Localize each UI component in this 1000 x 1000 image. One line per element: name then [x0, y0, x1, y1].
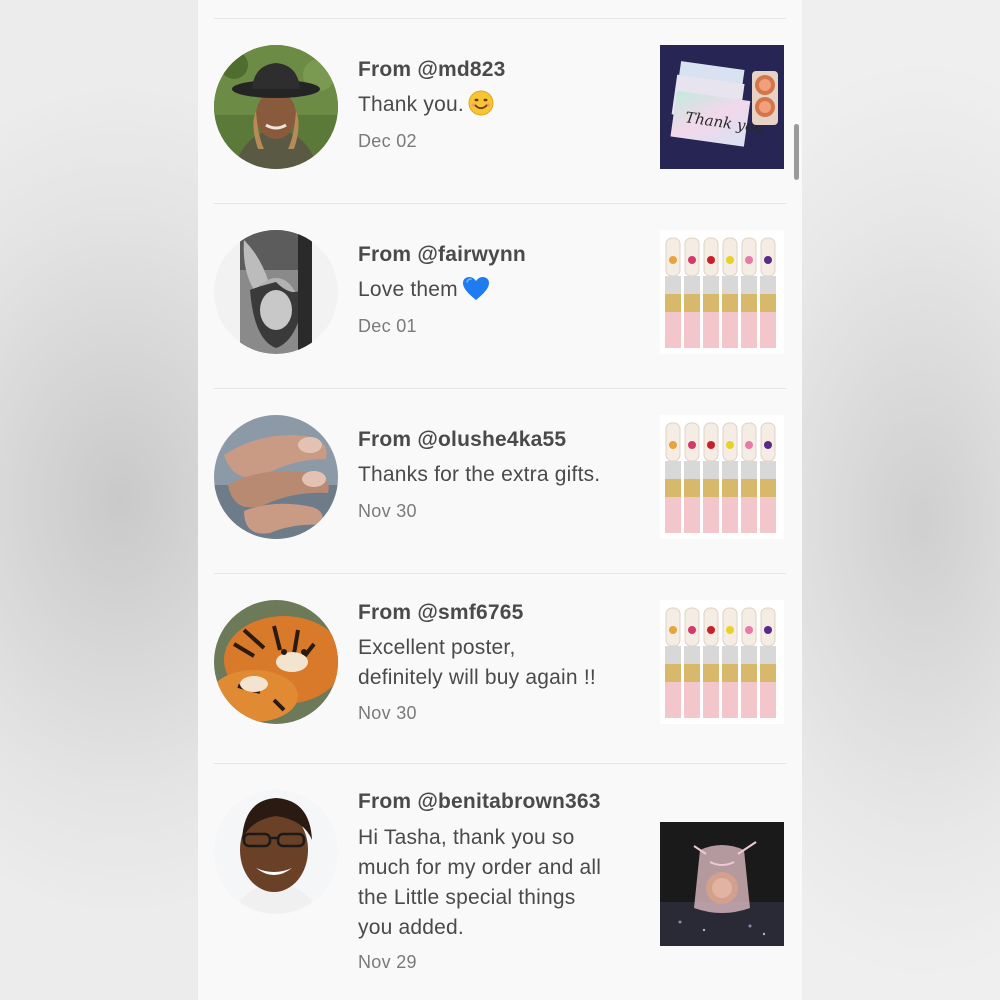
message-text-line: the Little special things	[358, 886, 576, 909]
avatar-photo	[214, 45, 338, 169]
user-avatar[interactable]	[214, 230, 338, 354]
avatar-photo	[214, 600, 338, 724]
sender-handle[interactable]: From @olushe4ka55	[358, 428, 566, 452]
blue-heart-emoji-icon	[462, 277, 489, 300]
message-text-line: Excellent poster,	[358, 636, 516, 659]
sender-handle[interactable]: From @md823	[358, 58, 506, 82]
flower-lipstick-set-photo-icon	[660, 230, 784, 354]
flower-lipstick-set-photo-icon	[660, 415, 784, 539]
divider	[214, 388, 786, 389]
sender-handle[interactable]: From @smf6765	[358, 601, 523, 625]
message-text: Love them	[358, 275, 648, 305]
message-text: Hi Tasha, thank you so much for my order…	[358, 823, 648, 943]
message-text-line: Hi Tasha, thank you so	[358, 826, 575, 849]
user-avatar[interactable]	[214, 415, 338, 539]
avatar-photo	[214, 790, 338, 914]
message-text-line: definitely will buy again !!	[358, 666, 596, 689]
order-thumbnail[interactable]	[660, 822, 784, 946]
divider	[214, 18, 786, 19]
divider	[214, 203, 786, 204]
message-text-line: much for my order and all	[358, 856, 602, 879]
scrollbar-thumb[interactable]	[794, 124, 799, 180]
user-avatar[interactable]	[214, 45, 338, 169]
order-thumbnail[interactable]	[660, 230, 784, 354]
avatar-photo	[214, 415, 338, 539]
flower-lipstick-set-photo-icon	[660, 600, 784, 724]
user-avatar[interactable]	[214, 790, 338, 914]
message-text: Thanks for the extra gifts.	[358, 463, 601, 486]
divider	[214, 763, 786, 764]
message-date: Dec 01	[358, 316, 417, 336]
message-date: Dec 02	[358, 131, 417, 151]
message-text-content: Love them	[358, 278, 458, 301]
user-avatar[interactable]	[214, 600, 338, 724]
message-date: Nov 30	[358, 703, 417, 723]
sender-handle[interactable]: From @fairwynn	[358, 243, 526, 267]
message-text: Excellent poster, definitely will buy ag…	[358, 633, 648, 693]
divider	[214, 573, 786, 574]
order-thumbnail[interactable]	[660, 415, 784, 539]
message-date: Nov 30	[358, 501, 417, 521]
sender-handle[interactable]: From @benitabrown363	[358, 790, 601, 814]
smiling-face-emoji-icon	[468, 90, 494, 116]
blurred-background-right	[802, 0, 1000, 1000]
avatar-photo	[214, 230, 338, 354]
organza-gift-bag-photo-icon	[660, 822, 784, 946]
message-date: Nov 29	[358, 952, 417, 972]
thank-you-cards-photo-icon: Thank you	[660, 45, 784, 169]
order-thumbnail[interactable]: Thank you	[660, 45, 784, 169]
order-thumbnail[interactable]	[660, 600, 784, 724]
message-text-line: you added.	[358, 916, 464, 939]
messages-list[interactable]: From @md823 Thank you. Dec 02 Thank you …	[198, 0, 802, 1000]
message-text-content: Thank you.	[358, 93, 464, 116]
message-text: Thank you.	[358, 90, 648, 120]
